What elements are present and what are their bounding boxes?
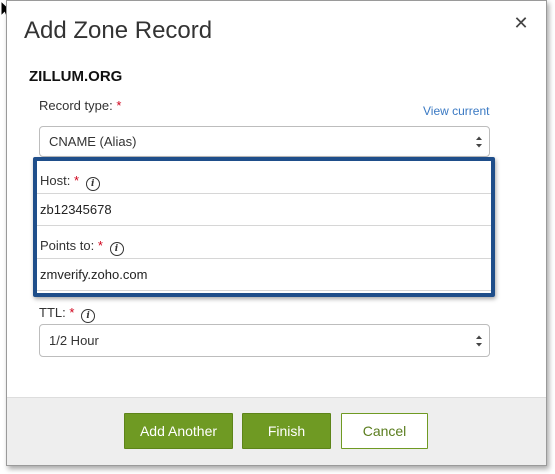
add-zone-record-dialog: Add Zone Record ✕ ZILLUM.ORG Record type… [6, 0, 547, 466]
domain-name: ZILLUM.ORG [29, 68, 123, 85]
screen: Add Zone Record ✕ ZILLUM.ORG Record type… [0, 0, 555, 474]
host-input-value: zb12345678 [40, 202, 112, 217]
required-mark: * [69, 305, 75, 320]
info-icon[interactable]: i [109, 242, 124, 256]
host-label-text: Host: [40, 173, 71, 188]
select-arrows-icon [476, 136, 482, 148]
cancel-button[interactable]: Cancel [341, 413, 428, 449]
record-type-label-text: Record type: [39, 98, 113, 113]
info-icon[interactable]: i [85, 177, 100, 191]
ttl-selected-value: 1/2 Hour [49, 333, 99, 348]
dialog-title: Add Zone Record [24, 17, 213, 44]
ttl-label-text: TTL: [39, 305, 66, 320]
record-type-select[interactable]: CNAME (Alias) [39, 126, 490, 157]
record-type-selected-value: CNAME (Alias) [49, 134, 137, 149]
host-input[interactable]: zb12345678 [37, 193, 491, 226]
close-icon[interactable]: ✕ [511, 13, 531, 33]
required-mark: * [116, 98, 122, 113]
view-current-link[interactable]: View current [423, 104, 489, 118]
points-to-input[interactable]: zmverify.zoho.com [37, 258, 491, 291]
info-icon[interactable]: i [81, 309, 96, 323]
select-arrows-icon [476, 335, 482, 347]
points-to-input-value: zmverify.zoho.com [40, 267, 148, 282]
points-to-label: Points to: * i [40, 238, 124, 256]
ttl-label: TTL: * i [39, 305, 96, 323]
record-type-label: Record type: * [39, 98, 121, 113]
host-label: Host: * i [40, 173, 100, 191]
points-to-label-text: Points to: [40, 238, 95, 253]
dialog-footer: Add Another Finish Cancel [7, 397, 546, 465]
ttl-select[interactable]: 1/2 Hour [39, 324, 490, 357]
add-another-button[interactable]: Add Another [124, 413, 233, 449]
required-mark: * [73, 173, 80, 188]
finish-button[interactable]: Finish [242, 413, 331, 449]
required-mark: * [97, 238, 103, 253]
